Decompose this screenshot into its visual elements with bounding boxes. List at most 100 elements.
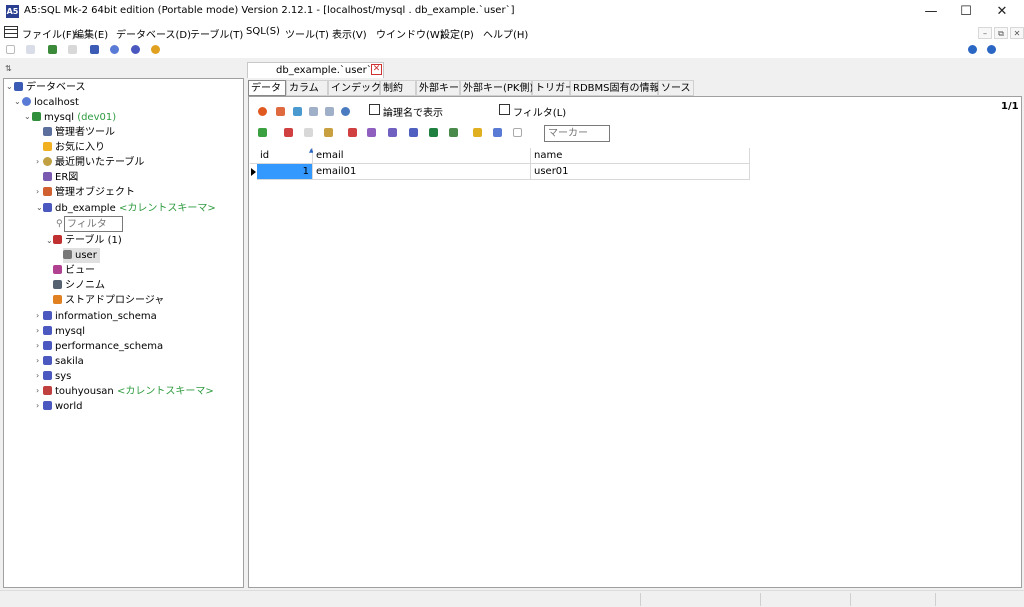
db-disconnect-icon[interactable]	[110, 45, 119, 54]
filter-checkbox[interactable]	[499, 104, 510, 115]
mdi-minimize-button[interactable]: –	[978, 27, 992, 39]
marker-input[interactable]	[544, 125, 610, 142]
clipboard-export-icon[interactable]	[348, 128, 357, 137]
table-icon	[63, 250, 72, 259]
export-csv-icon[interactable]	[388, 128, 397, 137]
move-up-icon[interactable]	[293, 107, 302, 116]
filter-search-icon: ⚲	[56, 219, 63, 229]
comment-icon[interactable]	[513, 128, 522, 137]
column-header-id[interactable]: id	[257, 148, 313, 164]
commit-icon[interactable]	[309, 107, 318, 116]
tree-item-schema[interactable]: sakila	[43, 354, 84, 369]
menu-tools[interactable]: ツール(T)	[285, 26, 329, 41]
history-icon[interactable]	[151, 45, 160, 54]
close-button[interactable]: ✕	[985, 0, 1019, 24]
grid-menu-icon[interactable]	[4, 26, 18, 38]
er-diagram-icon	[43, 172, 52, 181]
tab-indexes[interactable]: インデックス	[328, 80, 391, 96]
tree-item-localhost[interactable]: localhost	[22, 95, 79, 110]
export-icon[interactable]	[367, 128, 376, 137]
new-icon[interactable]	[6, 45, 15, 54]
copy-icon[interactable]	[304, 128, 313, 137]
menu-window[interactable]: ウインドウ(W)	[376, 26, 444, 41]
mdi-close-button[interactable]: ✕	[1010, 27, 1024, 39]
menu-table[interactable]: テーブル(T)	[190, 26, 243, 41]
menu-database[interactable]: データベース(D)	[116, 26, 191, 41]
tree-item-user-table[interactable]: user	[63, 248, 100, 263]
maximize-button[interactable]: ☐	[949, 0, 983, 24]
copy-icon[interactable]	[68, 45, 77, 54]
refresh-icon[interactable]	[341, 107, 350, 116]
title-bar[interactable]: A5 A5:SQL Mk-2 64bit edition (Portable m…	[0, 0, 1024, 24]
grid-cell-name[interactable]: user01	[531, 164, 750, 180]
menu-help[interactable]: ヘルプ(H)	[483, 26, 528, 41]
grid-cell-email[interactable]: email01	[313, 164, 531, 180]
tab-source[interactable]: ソース	[658, 80, 694, 96]
close-tab-icon[interactable]: ✕	[371, 64, 382, 75]
tree-item-views[interactable]: ビュー	[53, 263, 95, 278]
column-header-name[interactable]: name	[531, 148, 750, 164]
info-icon[interactable]	[987, 45, 996, 54]
db-connect-icon[interactable]	[90, 45, 99, 54]
tab-constraints[interactable]: 制約	[380, 80, 416, 96]
export-sql-icon[interactable]	[409, 128, 418, 137]
tree-item-favorites[interactable]: お気に入り	[43, 140, 105, 155]
tree-item-tables[interactable]: テーブル (1)	[53, 233, 122, 248]
document-tab[interactable]: db_example.`user` ✕	[247, 62, 384, 78]
schema-icon	[43, 371, 52, 380]
column-header-email[interactable]: email	[313, 148, 531, 164]
tree-item-recent-tables[interactable]: 最近開いたテーブル	[43, 155, 144, 170]
tree-filter-input[interactable]	[64, 216, 123, 232]
tab-data[interactable]: データ	[248, 80, 286, 96]
paste-icon[interactable]	[324, 128, 333, 137]
at-icon[interactable]	[131, 45, 140, 54]
minimize-button[interactable]: —	[914, 0, 948, 24]
tree-item-mysql-connection[interactable]: mysql (dev01)	[32, 110, 116, 125]
tab-columns[interactable]: カラム	[286, 80, 328, 96]
tree-item-schema[interactable]: sys	[43, 369, 71, 384]
insert-row-icon[interactable]	[258, 107, 267, 116]
tree-header: ⇅	[0, 60, 245, 78]
menu-bar: ファイル(F) 編集(E) データベース(D) テーブル(T) SQL(S) ツ…	[0, 24, 1024, 42]
tab-rdbms-info[interactable]: RDBMS固有の情報	[570, 80, 659, 96]
tab-triggers[interactable]: トリガー	[532, 80, 575, 96]
sql-file-icon[interactable]	[48, 45, 57, 54]
menu-sql[interactable]: SQL(S)	[246, 26, 280, 37]
excel-icon[interactable]	[429, 128, 438, 137]
grid-cell-id[interactable]: 1	[257, 164, 313, 180]
schema-icon	[43, 326, 52, 335]
tree-item-er-diagram[interactable]: ER図	[43, 170, 78, 185]
tree-sort-icon[interactable]: ⇅	[5, 64, 12, 73]
menu-settings[interactable]: 設定(P)	[440, 26, 474, 41]
cancel-icon[interactable]	[325, 107, 334, 116]
tree-item-schema[interactable]: mysql	[43, 324, 85, 339]
menu-file[interactable]: ファイル(F)	[22, 26, 76, 41]
tree-item-databases[interactable]: データベース	[14, 80, 86, 95]
tree-item-schema[interactable]: information_schema	[43, 309, 157, 324]
schema-icon	[43, 356, 52, 365]
database-tree[interactable]: ⌄ データベース ⌄ localhost ⌄ mysql (dev01) 管理者…	[3, 78, 244, 588]
tree-item-stored-procedures[interactable]: ストアドプロシージャ	[53, 293, 164, 308]
tree-item-db-example[interactable]: db_example <カレントスキーマ>	[43, 201, 216, 216]
tree-item-admin-tools[interactable]: 管理者ツール	[43, 125, 115, 140]
delete-row-icon[interactable]	[276, 107, 285, 116]
open-icon[interactable]	[26, 45, 35, 54]
menu-view[interactable]: 表示(V)	[332, 26, 367, 41]
tree-item-synonyms[interactable]: シノニム	[53, 278, 105, 293]
menu-edit[interactable]: 編集(E)	[74, 26, 108, 41]
mdi-restore-button[interactable]: ⧉	[994, 27, 1008, 39]
grid-view-icon[interactable]	[449, 128, 458, 137]
sql-icon[interactable]	[493, 128, 502, 137]
tree-item-schema[interactable]: touhyousan <カレントスキーマ>	[43, 384, 214, 399]
tab-foreign-keys-pk[interactable]: 外部キー(PK側)	[460, 80, 533, 96]
logical-name-checkbox[interactable]	[369, 104, 380, 115]
tree-item-admin-objects[interactable]: 管理オブジェクト	[43, 185, 135, 200]
current-row-indicator-icon	[251, 168, 256, 176]
help-icon[interactable]	[968, 45, 977, 54]
tree-item-schema[interactable]: world	[43, 399, 83, 414]
tab-foreign-keys[interactable]: 外部キー	[416, 80, 460, 96]
lightning-icon[interactable]	[473, 128, 482, 137]
cut-icon[interactable]	[284, 128, 293, 137]
tree-item-schema[interactable]: performance_schema	[43, 339, 163, 354]
add-record-icon[interactable]	[258, 128, 267, 137]
